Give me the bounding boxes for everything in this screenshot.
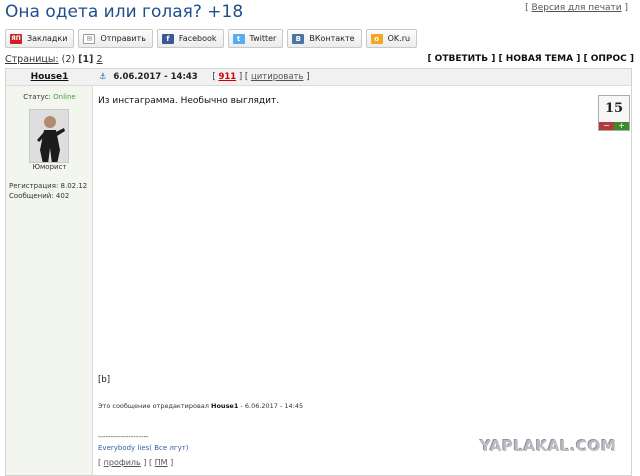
poll-button[interactable]: [ ОПРОС ] <box>583 54 634 64</box>
pages-total: (2) <box>61 54 76 65</box>
post-meta: ⚓ 6.06.2017 - 14:43 [ 911 ] [ цитировать… <box>99 72 310 82</box>
post-btag: [b] <box>98 375 111 385</box>
author-info: Регистрация: 8.02.12 Сообщений: 402 <box>9 181 87 201</box>
signature: Everybody lies( Все лгут) <box>98 444 189 452</box>
profile-link[interactable]: профиль <box>104 458 141 467</box>
page-2-link[interactable]: 2 <box>96 54 102 65</box>
rating-minus-button[interactable]: − <box>599 122 614 130</box>
rating-plus-button[interactable]: + <box>614 122 629 130</box>
post-number-link[interactable]: 911 <box>218 72 236 82</box>
share-twitter-button[interactable]: t Twitter <box>227 29 284 48</box>
share-mail-button[interactable]: ✉ Отправить <box>78 29 153 48</box>
author-status: Статус: Online <box>6 93 93 101</box>
share-label: Отправить <box>100 34 146 43</box>
share-bookmarks-button[interactable]: ЯП Закладки <box>5 29 75 48</box>
signature-separator: -------------------- <box>98 433 149 441</box>
page-current: [1] <box>78 54 94 65</box>
rating-value: 15 <box>604 101 624 116</box>
bookmarks-icon: ЯП <box>10 33 22 44</box>
social-share-bar: ЯП Закладки ✉ Отправить f Facebook t Twi… <box>5 29 418 48</box>
post-body: Из инстаграмма. Необычно выглядит. <box>98 96 280 106</box>
share-label: Twitter <box>249 34 277 43</box>
ok-icon: o <box>370 33 383 44</box>
vk-icon: В <box>292 33 305 44</box>
mail-icon: ✉ <box>83 33 96 44</box>
pages-label[interactable]: Страницы: <box>5 54 59 65</box>
anchor-icon[interactable]: ⚓ <box>99 72 107 82</box>
post-date: 6.06.2017 - 14:43 <box>113 72 198 82</box>
site-watermark: YAPLAKAL.COM <box>480 437 617 455</box>
share-vk-button[interactable]: В ВКонтакте <box>287 29 362 48</box>
edited-suffix: - 6.06.2017 - 14:45 <box>240 402 304 410</box>
share-label: Закладки <box>27 34 68 43</box>
share-label: Facebook <box>178 34 217 43</box>
share-label: OK.ru <box>387 34 411 43</box>
twitter-icon: t <box>232 33 245 44</box>
edited-note: Это сообщение отредактировал House1 - 6.… <box>98 402 303 410</box>
status-label: Статус: <box>23 93 51 101</box>
share-facebook-button[interactable]: f Facebook <box>156 29 224 48</box>
quote-link[interactable]: цитировать <box>251 72 304 82</box>
avatar-image <box>30 110 68 162</box>
pagination: Страницы: (2) [1] 2 <box>5 54 102 65</box>
print-version: [ Версия для печати ] <box>525 3 628 13</box>
post-container: House1 ⚓ 6.06.2017 - 14:43 [ 911 ] [ цит… <box>5 68 632 476</box>
post-footer-links: [ профиль ] [ ПМ ] <box>98 458 174 467</box>
share-label: ВКонтакте <box>309 34 355 43</box>
share-ok-button[interactable]: o OK.ru <box>365 29 418 48</box>
message-count: Сообщений: 402 <box>9 192 70 200</box>
author-rank: Юморист <box>32 163 67 171</box>
rating-widget: 15 − + <box>598 95 630 131</box>
reply-button[interactable]: [ ОТВЕТИТЬ ] <box>427 54 495 64</box>
edited-prefix: Это сообщение отредактировал <box>98 402 209 410</box>
pm-link[interactable]: ПМ <box>155 458 168 467</box>
facebook-icon: f <box>161 33 174 44</box>
edited-user: House1 <box>211 402 239 410</box>
avatar[interactable] <box>29 109 69 163</box>
page-header: Она одета или голая? +18 [ Версия для пе… <box>0 0 640 26</box>
print-version-link[interactable]: Версия для печати <box>532 3 622 13</box>
registration-date: Регистрация: 8.02.12 <box>9 182 88 190</box>
page-title: Она одета или голая? +18 <box>5 2 244 22</box>
topic-actions: [ ОТВЕТИТЬ ] [ НОВАЯ ТЕМА ] [ ОПРОС ] <box>427 54 634 64</box>
new-topic-button[interactable]: [ НОВАЯ ТЕМА ] <box>499 54 581 64</box>
author-name[interactable]: House1 <box>6 72 93 82</box>
status-value: Online <box>53 93 76 101</box>
